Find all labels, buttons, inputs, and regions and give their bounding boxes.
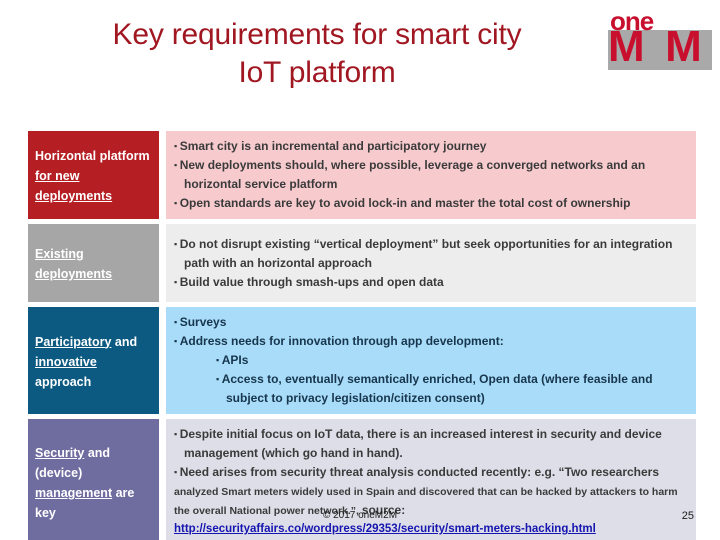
table-row: Security and (device) management are key… [28,419,696,540]
sub-bullet-item: Access to, eventually semantically enric… [216,370,688,408]
row-key-existing-deployments: Existing deployments [28,224,159,302]
key-text-pre: Horizontal platform [35,149,150,163]
logo-one-text: one [610,6,654,36]
page-title-line2: IoT platform [238,56,396,89]
footer-page-number: 25 [681,510,694,522]
key-text-underlined: Existing deployments [35,247,113,281]
footer-copyright: © 2017 oneM2M [322,510,398,521]
bullet-item: Despite initial focus on IoT data, there… [174,425,688,463]
source-link[interactable]: http://securityaffairs.co/wordpress/2935… [174,520,688,539]
key-text-underlined-2: management [35,486,113,500]
page-title: Key requirements for smart city IoT plat… [28,16,606,92]
row-body-horizontal-platform: Smart city is an incremental and partici… [166,131,696,219]
bullet-item: Address needs for innovation through app… [174,332,688,351]
row-key-horizontal-platform: Horizontal platform for new deployments [28,131,159,219]
table-row: Participatory and innovative approach Su… [28,307,696,414]
bullet-item: Need arises from security threat analysi… [174,463,688,482]
row-key-security-management: Security and (device) management are key [28,419,159,540]
requirements-table: Horizontal platform for new deployments … [28,131,696,540]
row-body-participatory-approach: Surveys Address needs for innovation thr… [166,307,696,414]
bullet-item: Smart city is an incremental and partici… [174,137,688,156]
table-row: Existing deployments Do not disrupt exis… [28,224,696,302]
row-body-existing-deployments: Do not disrupt existing “vertical deploy… [166,224,696,302]
slide-canvas: Key requirements for smart city IoT plat… [0,0,720,540]
logo-m-right: M [665,22,702,71]
onem2m-logo: one M2M [608,8,712,70]
page-title-line1: Key requirements for smart city [112,18,522,51]
key-text-underlined-2: innovative [35,354,97,369]
key-text-underlined: Security [35,446,85,460]
row-key-participatory-approach: Participatory and innovative approach [28,307,159,414]
bullet-item: Surveys [174,313,688,332]
key-text-underlined: for new deployments [35,169,113,203]
bullet-item: Open standards are key to avoid lock-in … [174,194,688,213]
bullet-item: Build value through smash-ups and open d… [174,273,688,292]
bullet-item: Do not disrupt existing “vertical deploy… [174,235,688,273]
key-text-underlined: Participatory [35,334,112,349]
table-row: Horizontal platform for new deployments … [28,131,696,219]
row-body-security-management: Despite initial focus on IoT data, there… [166,419,696,540]
sub-bullet-item: APIs [216,351,688,370]
key-text-mid: and [111,334,138,349]
bullet-item: New deployments should, where possible, … [174,156,688,194]
key-text-post: approach [35,374,92,389]
